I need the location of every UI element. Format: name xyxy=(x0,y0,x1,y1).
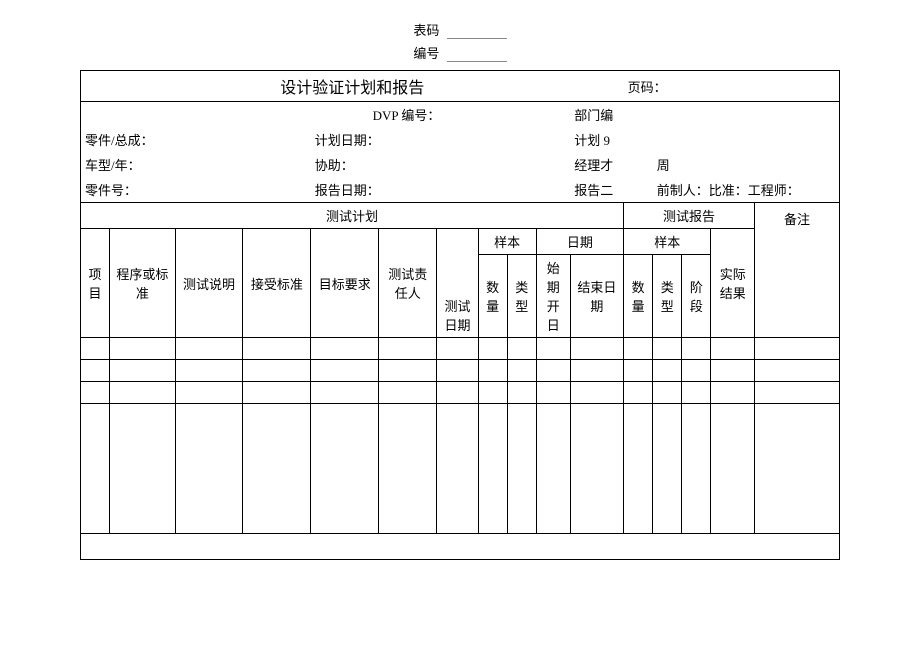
remarks-header: 备注 xyxy=(755,203,840,338)
col-target: 目标要求 xyxy=(311,229,379,338)
col-resp: 测试责任人 xyxy=(379,229,437,338)
report-2: 报告二 xyxy=(570,177,653,203)
form-title: 设计验证计划和报告 xyxy=(81,71,624,102)
col-start-date: 始期开日 xyxy=(536,255,570,338)
plan-9: 计划 9 xyxy=(570,127,653,152)
col-qty-1: 数量 xyxy=(478,255,507,338)
col-date: 日期 xyxy=(536,229,623,255)
number-blank xyxy=(447,48,507,62)
footer-row xyxy=(81,534,840,560)
code-label: 表码 xyxy=(413,20,439,39)
info-row-3: 零件号： 报告日期： 报告二 前制人：比准：工程师： xyxy=(81,177,840,203)
table-row xyxy=(81,338,840,360)
model-year: 车型/年： xyxy=(81,152,311,177)
table-row-tall xyxy=(81,404,840,534)
code-blank xyxy=(447,25,507,39)
assist: 协助： xyxy=(311,152,570,177)
dvp-label: DVP 编号： xyxy=(243,102,570,128)
dvp-row: DVP 编号： 部门编 xyxy=(81,102,840,128)
dept-label: 部门编 xyxy=(570,102,653,128)
test-plan-header: 测试计划 xyxy=(81,203,624,229)
col-stage: 阶段 xyxy=(682,255,711,338)
col-item: 项目 xyxy=(81,229,110,338)
col-test-date: 测试日期 xyxy=(437,229,478,338)
main-form-table: 设计验证计划和报告 页码： DVP 编号： 部门编 零件/总成： 计划日期： 计… xyxy=(80,70,840,560)
info-row-2: 车型/年： 协助： 经理才 周 xyxy=(81,152,840,177)
col-header-row-1: 项目 程序或标准 测试说明 接受标准 目标要求 测试责任人 测试日期 样本 日期… xyxy=(81,229,840,255)
number-label: 编号 xyxy=(413,43,439,62)
col-type-2: 类型 xyxy=(653,255,682,338)
top-meta: 表码 编号 xyxy=(80,20,840,62)
col-procedure: 程序或标准 xyxy=(110,229,175,338)
part-no: 零件号： xyxy=(81,177,311,203)
col-end-date: 结束日期 xyxy=(570,255,623,338)
part-assembly: 零件/总成： xyxy=(81,127,311,152)
table-row xyxy=(81,360,840,382)
col-type-1: 类型 xyxy=(507,255,536,338)
page-label: 页码： xyxy=(624,71,840,102)
col-sample-plan: 样本 xyxy=(478,229,536,255)
section-header-row: 测试计划 测试报告 备注 xyxy=(81,203,840,229)
col-qty-2: 数量 xyxy=(624,255,653,338)
table-row xyxy=(81,382,840,404)
manager: 经理才 xyxy=(570,152,653,177)
col-sample-report: 样本 xyxy=(624,229,711,255)
report-date: 报告日期： xyxy=(311,177,570,203)
col-accept: 接受标准 xyxy=(243,229,311,338)
col-actual: 实际结果 xyxy=(711,229,755,338)
test-report-header: 测试报告 xyxy=(624,203,755,229)
prepared-by: 前制人：比准：工程师： xyxy=(653,177,840,203)
col-desc: 测试说明 xyxy=(175,229,243,338)
title-row: 设计验证计划和报告 页码： xyxy=(81,71,840,102)
plan-date: 计划日期： xyxy=(311,127,570,152)
week: 周 xyxy=(653,152,840,177)
info-row-1: 零件/总成： 计划日期： 计划 9 xyxy=(81,127,840,152)
